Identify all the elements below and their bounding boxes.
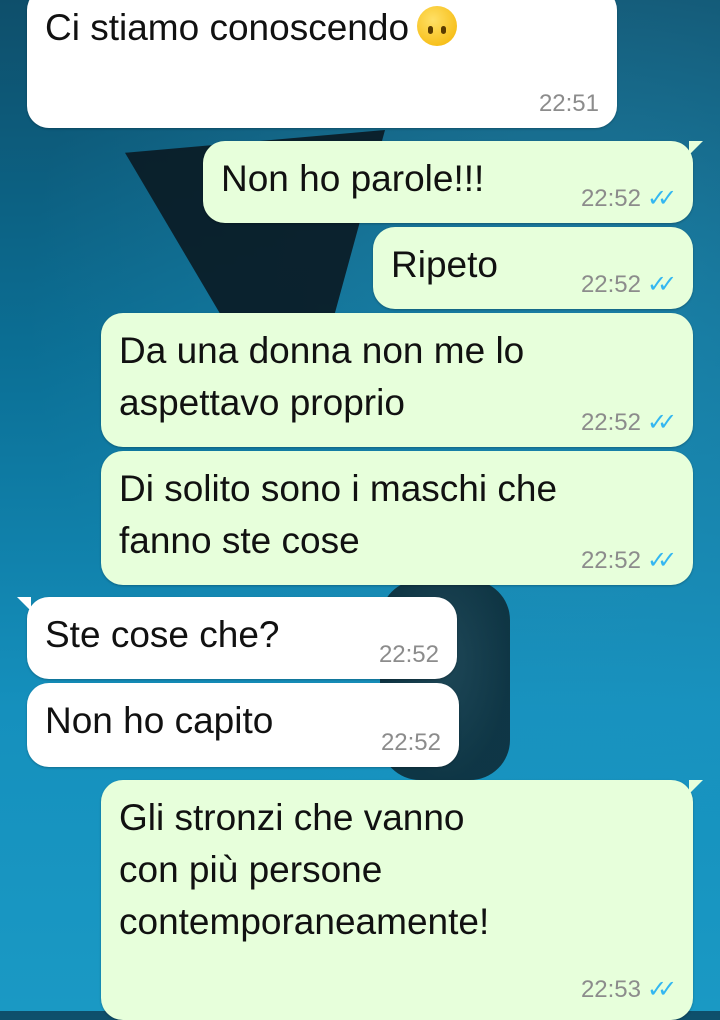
double-check-icon: ✓✓: [647, 271, 677, 298]
double-check-icon: ✓✓: [647, 409, 677, 436]
message-text: Gli stronzi che vanno con più persone co…: [119, 797, 490, 942]
message-meta: 22:52 ✓✓: [580, 408, 677, 437]
message-time: 22:52: [580, 546, 641, 574]
message-time: 22:53: [580, 975, 641, 1003]
message-bubble-incoming[interactable]: Ci stiamo conoscendo 22:51: [27, 0, 617, 128]
message-meta: 22:53 ✓✓: [580, 975, 677, 1004]
message-meta: 22:52: [381, 729, 441, 757]
message-meta: 22:52 ✓✓: [580, 184, 677, 213]
message-meta: 22:51: [539, 90, 599, 118]
message-bubble-incoming[interactable]: Non ho capito 22:52: [27, 683, 459, 767]
message-time: 22:52: [380, 729, 441, 756]
message-time: 22:52: [580, 184, 641, 212]
message-meta: 22:52 ✓✓: [580, 270, 677, 299]
message-meta: 22:52 ✓✓: [580, 546, 677, 575]
message-meta: 22:52: [379, 641, 439, 669]
message-bubble-outgoing[interactable]: Gli stronzi che vanno con più persone co…: [101, 780, 703, 1020]
double-check-icon: ✓✓: [647, 547, 677, 574]
message-bubble-outgoing[interactable]: Di solito sono i maschi che fanno ste co…: [101, 451, 693, 585]
message-time: 22:51: [538, 90, 599, 117]
message-bubble-outgoing[interactable]: Ripeto 22:52 ✓✓: [373, 227, 693, 309]
double-check-icon: ✓✓: [647, 976, 677, 1003]
message-bubble-incoming[interactable]: Ste cose che? 22:52: [17, 597, 457, 679]
double-check-icon: ✓✓: [647, 185, 677, 212]
upside-down-face-emoji-icon: [417, 6, 458, 46]
message-time: 22:52: [378, 641, 439, 668]
message-bubble-outgoing[interactable]: Da una donna non me lo aspettavo proprio…: [101, 313, 693, 447]
message-bubble-outgoing[interactable]: Non ho parole!!! 22:52 ✓✓: [203, 141, 703, 223]
message-time: 22:52: [580, 270, 641, 298]
message-time: 22:52: [580, 408, 641, 436]
message-text: Ci stiamo conoscendo: [45, 0, 599, 54]
